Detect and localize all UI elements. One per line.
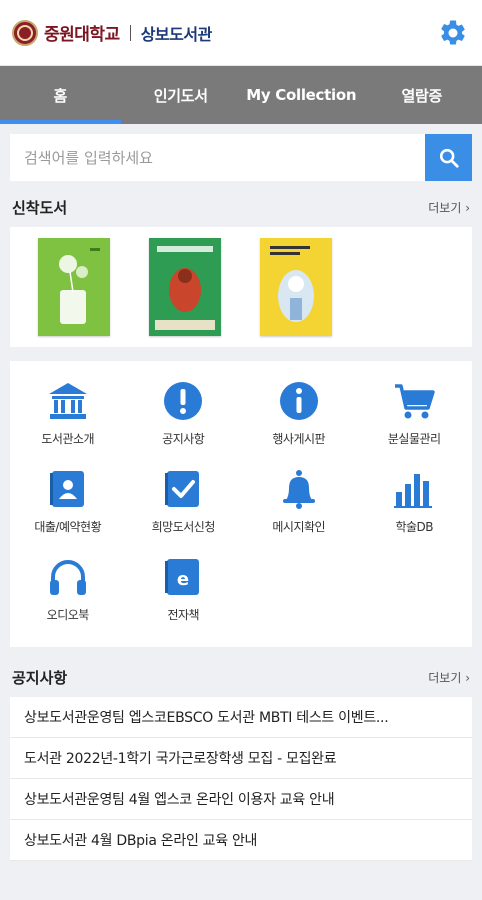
list-item[interactable]: 도서관 2022년-1학기 국가근로장학생 모집 - 모집완료: [10, 738, 472, 779]
exclamation-icon: [161, 379, 205, 423]
library-name: 상보도서관: [140, 24, 213, 44]
list-item[interactable]: 상보도서관운영팀 4월 엡스코 온라인 이용자 교육 안내: [10, 779, 472, 820]
top-bar: 중원대학교 상보도서관: [0, 0, 482, 66]
search-input[interactable]: [10, 134, 425, 181]
headphones-icon: [46, 555, 90, 599]
svg-text:e: e: [177, 569, 189, 590]
menu-messages[interactable]: 메시지확인: [241, 467, 357, 555]
menu-events[interactable]: 행사게시판: [241, 379, 357, 467]
menu-loan-status[interactable]: 대출/예약현황: [10, 467, 126, 555]
menu-label: 오디오북: [46, 608, 90, 622]
menu-label: 분실물관리: [387, 432, 441, 446]
notices-title: 공지사항: [12, 668, 68, 687]
menu-label: 희망도서신청: [151, 520, 216, 534]
book-cover[interactable]: [38, 238, 110, 336]
menu-label: 전자책: [167, 608, 200, 622]
menu-lost-found[interactable]: 분실물관리: [357, 379, 473, 467]
new-books-more-link[interactable]: 더보기 ›: [428, 199, 470, 216]
library-icon: [46, 379, 90, 423]
notice-title: 도서관 2022년-1학기 국가근로장학생 모집 - 모집완료: [24, 751, 337, 767]
tab-library-card[interactable]: 열람증: [362, 66, 482, 124]
tab-my-collection[interactable]: My Collection: [241, 66, 362, 124]
university-name: 중원대학교: [44, 25, 120, 45]
search-bar: [10, 134, 472, 181]
list-item[interactable]: 상보도서관운영팀 엡스코EBSCO 도서관 MBTI 테스트 이벤트...: [10, 697, 472, 738]
book-cover[interactable]: [260, 238, 332, 336]
university-seal-icon: [12, 19, 38, 46]
menu-library-intro[interactable]: 도서관소개: [10, 379, 126, 467]
new-books-title: 신착도서: [12, 198, 68, 217]
notice-title: 상보도서관 4월 DBpia 온라인 교육 안내: [24, 833, 258, 849]
menu-audiobook[interactable]: 오디오북: [10, 555, 126, 643]
new-books-list: [10, 227, 472, 347]
tab-home[interactable]: 홈: [0, 66, 121, 124]
menu-label: 메시지확인: [272, 520, 326, 534]
menu-label: 공지사항: [162, 432, 205, 446]
menu-label: 행사게시판: [272, 432, 326, 446]
search-icon: [439, 148, 459, 168]
main-tabs: 홈 인기도서 My Collection 열람증: [0, 66, 482, 124]
notices-more-link[interactable]: 더보기 ›: [428, 669, 470, 686]
bar-chart-icon: [392, 467, 436, 511]
menu-academic-db[interactable]: 학술DB: [357, 467, 473, 555]
menu-label: 도서관소개: [41, 432, 95, 446]
book-cover[interactable]: [149, 238, 221, 336]
list-item[interactable]: 상보도서관 4월 DBpia 온라인 교육 안내: [10, 820, 472, 861]
menu-notices[interactable]: 공지사항: [126, 379, 242, 467]
notices-header: 공지사항 더보기 ›: [0, 657, 482, 697]
menu-label: 대출/예약현황: [34, 520, 102, 534]
menu-book-request[interactable]: 희망도서신청: [126, 467, 242, 555]
notices-list: 상보도서관운영팀 엡스코EBSCO 도서관 MBTI 테스트 이벤트... 도서…: [10, 697, 472, 861]
person-book-icon: [46, 467, 90, 511]
menu-ebook[interactable]: e 전자책: [126, 555, 242, 643]
cart-icon: [392, 379, 436, 423]
info-icon: [277, 379, 321, 423]
gear-icon[interactable]: [436, 16, 470, 50]
university-logo[interactable]: 중원대학교 상보도서관: [12, 19, 213, 46]
ebook-icon: e: [161, 555, 205, 599]
logo-divider: [129, 24, 131, 41]
check-book-icon: [161, 467, 205, 511]
quick-menu-grid: 도서관소개 공지사항 행사게시판 분실물관리 대출/예약현황 희망도서신청 메시…: [10, 361, 472, 647]
menu-label: 학술DB: [395, 520, 434, 534]
notice-title: 상보도서관운영팀 엡스코EBSCO 도서관 MBTI 테스트 이벤트...: [24, 710, 389, 726]
tab-popular-books[interactable]: 인기도서: [121, 66, 242, 124]
search-button[interactable]: [425, 134, 472, 181]
new-books-header: 신착도서 더보기 ›: [0, 187, 482, 227]
notice-title: 상보도서관운영팀 4월 엡스코 온라인 이용자 교육 안내: [24, 792, 335, 808]
bell-icon: [277, 467, 321, 511]
